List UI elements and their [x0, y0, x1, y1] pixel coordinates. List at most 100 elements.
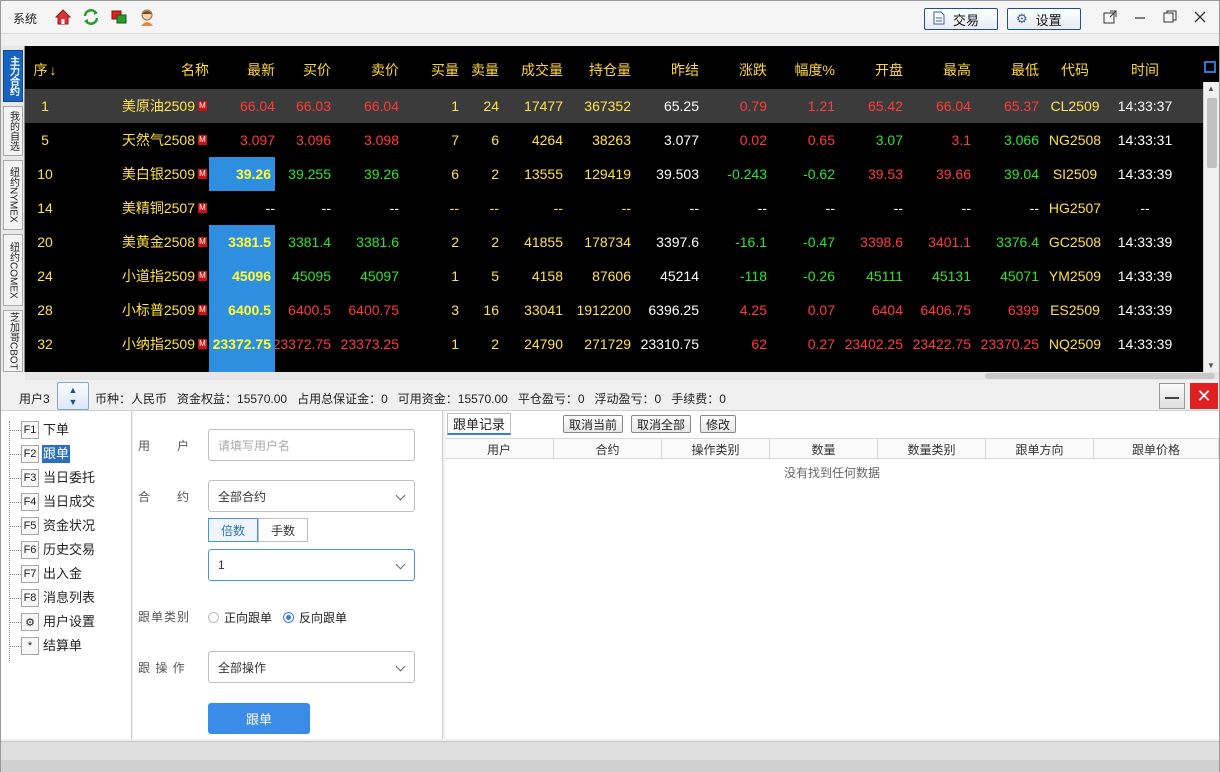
operation-select[interactable]: 全部操作 — [208, 651, 415, 683]
cell-ask-qty: 2 — [491, 234, 499, 250]
quote-row[interactable]: 20 美黄金2508 M 3381.5 3381.4 3381.6 2 2 41855 17873… — [25, 225, 1203, 259]
col-qty[interactable]: 数量 — [770, 439, 878, 459]
nav-item-message-list[interactable]: F8 消息列表 — [1, 587, 131, 609]
cell-ask: 6400.75 — [348, 302, 399, 318]
cell-bid-qty: 3 — [451, 302, 459, 318]
mode-multiple-button[interactable]: 倍数 — [208, 518, 259, 542]
cancel-all-button[interactable]: 取消全部 — [631, 415, 692, 433]
quote-row[interactable]: 24 小道指2509 M 45096 45095 45097 1 5 4158 87606 4521… — [25, 259, 1203, 293]
multiple-select[interactable]: 1 — [208, 549, 415, 581]
panel-minimize-button[interactable] — [1159, 383, 1185, 409]
side-tab-cbot[interactable]: 芝加哥CBOT — [3, 310, 23, 372]
system-menu[interactable]: 系统 — [13, 10, 37, 27]
header-low[interactable]: 最低 — [971, 53, 1039, 87]
board-horizontal-scrollbar[interactable] — [25, 372, 1219, 380]
header-last[interactable]: 最新 — [209, 53, 275, 87]
chevron-up-icon[interactable]: ▲ — [69, 384, 78, 396]
nav-item-today-orders[interactable]: F3 当日委托 — [1, 467, 131, 489]
minimize-icon[interactable] — [1129, 7, 1151, 27]
nav-item-fund-status[interactable]: F5 资金状况 — [1, 515, 131, 537]
cell-seq: 10 — [37, 166, 53, 182]
quote-row[interactable]: 14 美精铜2507 M -- -- -- -- -- -- -- -- -- -- -- -- -- HG25… — [25, 191, 1203, 225]
cancel-current-button[interactable]: 取消当前 — [563, 415, 624, 433]
col-direction[interactable]: 跟单方向 — [986, 439, 1094, 459]
windows-icon[interactable] — [109, 7, 129, 27]
header-open[interactable]: 开盘 — [835, 53, 903, 87]
header-seq[interactable]: 序 ↓ — [25, 53, 65, 87]
side-tab-nymex[interactable]: 纽约NYMEX — [3, 160, 23, 230]
panel-close-button[interactable]: ✕ — [1190, 383, 1218, 409]
nav-item-place-order[interactable]: F1 下单 — [1, 419, 131, 441]
cell-open-interest: 1912200 — [576, 302, 631, 318]
col-op-type[interactable]: 操作类别 — [662, 439, 770, 459]
user-avatar-icon[interactable] — [137, 7, 157, 27]
hotkey-badge: F3 — [21, 469, 39, 487]
quote-row[interactable]: 10 美白银2509 M 39.26 39.255 39.26 6 2 13555 129419 3… — [25, 157, 1203, 191]
trade-button[interactable]: 交易 — [924, 8, 998, 30]
cell-change-pct: -0.26 — [803, 268, 835, 284]
header-bid[interactable]: 买价 — [275, 53, 331, 87]
nav-item-today-trades[interactable]: F4 当日成交 — [1, 491, 131, 513]
board-vertical-scrollbar[interactable]: ▲ ▼ — [1203, 82, 1219, 372]
user-field[interactable]: 请填写用户名 — [208, 429, 415, 461]
col-qty-type[interactable]: 数量类别 — [878, 439, 986, 459]
mode-lots-button[interactable]: 手数 — [258, 518, 309, 542]
refresh-icon[interactable] — [81, 7, 101, 27]
maximize-icon[interactable] — [1159, 7, 1181, 27]
quote-row[interactable]: 32 小纳指2509 M 23372.75 23372.75 23373.25 1 2 2479… — [25, 327, 1203, 361]
follow-forward-radio[interactable]: 正向跟单 — [208, 609, 272, 626]
layout-toggle-icon[interactable] — [1204, 61, 1216, 73]
contract-select[interactable]: 全部合约 — [208, 480, 415, 512]
follow-reverse-radio[interactable]: 反向跟单 — [283, 609, 347, 626]
side-tab-comex[interactable]: 纽约COMEX — [3, 234, 23, 306]
scroll-down-icon[interactable]: ▼ — [1207, 361, 1215, 370]
settings-button[interactable]: ⚙ 设置 — [1007, 8, 1081, 30]
header-ask-qty[interactable]: 卖量 — [459, 53, 499, 87]
home-icon[interactable] — [53, 7, 73, 27]
hotkey-badge: F1 — [21, 421, 39, 439]
nav-item-user-settings[interactable]: ⚙ 用户设置 — [1, 611, 131, 633]
nav-item-deposit-withdraw[interactable]: F7 出入金 — [1, 563, 131, 585]
quote-row[interactable]: 28 小标普2509 M 6400.5 6400.5 6400.75 3 16 33041 191… — [25, 293, 1203, 327]
chevron-down-icon[interactable]: ▼ — [69, 396, 78, 408]
header-code[interactable]: 代码 — [1039, 53, 1111, 87]
header-name[interactable]: 名称 — [65, 53, 209, 87]
follow-submit-button[interactable]: 跟单 — [208, 703, 310, 734]
close-icon[interactable] — [1189, 7, 1211, 27]
side-tab-main-contracts[interactable]: 主力合约 — [3, 50, 23, 102]
cell-code: SI2509 — [1052, 166, 1098, 182]
account-switch-spinner[interactable]: ▲ ▼ — [57, 382, 89, 410]
nav-item-history-trades[interactable]: F6 历史交易 — [1, 539, 131, 561]
quote-row[interactable]: 5 天然气2508 M 3.097 3.096 3.098 7 6 4264 38263 3.077… — [25, 123, 1203, 157]
header-change-pct[interactable]: 幅度% — [767, 53, 835, 87]
scroll-thumb[interactable] — [1207, 98, 1217, 168]
col-contract[interactable]: 合约 — [554, 439, 662, 459]
modify-button[interactable]: 修改 — [700, 415, 737, 433]
header-high[interactable]: 最高 — [903, 53, 971, 87]
hscroll-thumb[interactable] — [985, 373, 1215, 379]
side-tab-label: 纽约NYMEX — [7, 167, 19, 223]
popout-icon[interactable] — [1099, 7, 1121, 27]
header-open-interest[interactable]: 持仓量 — [563, 53, 631, 87]
col-user[interactable]: 用户 — [445, 439, 554, 459]
header-ask[interactable]: 卖价 — [331, 53, 399, 87]
nav-item-follow-order[interactable]: F2 跟单 — [1, 443, 131, 465]
nav-item-settlement[interactable]: * 结算单 — [1, 635, 131, 657]
scroll-up-icon[interactable]: ▲ — [1207, 84, 1215, 93]
header-prev-settle[interactable]: 昨结 — [631, 53, 699, 87]
header-time[interactable]: 时间 — [1111, 53, 1179, 87]
cell-ask: 45097 — [360, 268, 399, 284]
contract-value: 全部合约 — [218, 489, 267, 504]
cell-open-interest: 87606 — [592, 268, 631, 284]
header-bid-qty[interactable]: 买量 — [399, 53, 459, 87]
tab-follow-records[interactable]: 跟单记录 — [447, 413, 512, 435]
cell-change: -0.243 — [727, 166, 767, 182]
sort-down-icon: ↓ — [49, 62, 57, 78]
header-change[interactable]: 涨跌 — [699, 53, 767, 87]
chevron-down-icon — [395, 490, 406, 501]
quote-row[interactable]: 1 美原油2509 M 66.04 66.03 66.04 1 24 17477 367352 65… — [25, 89, 1203, 123]
col-price[interactable]: 跟单价格 — [1094, 439, 1219, 459]
currency: 币种：人民币 — [95, 392, 168, 406]
header-volume[interactable]: 成交量 — [499, 53, 563, 87]
side-tab-watchlist[interactable]: 我的自选 — [3, 106, 23, 156]
